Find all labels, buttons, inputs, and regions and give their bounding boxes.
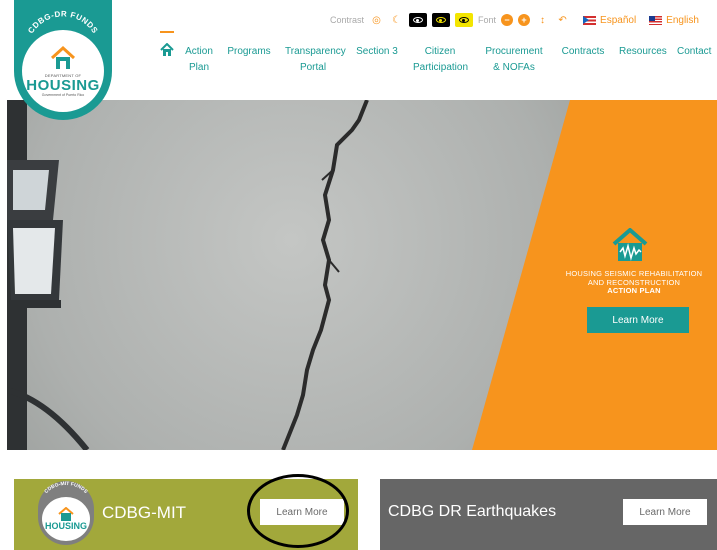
cdbg-dr-housing-logo[interactable]: CDBG-DR FUNDS DEPARTMENT OF HOUSING Gove… — [14, 0, 112, 120]
font-label: Font — [478, 15, 497, 25]
home-icon — [160, 42, 174, 56]
language-english-label: English — [666, 14, 699, 26]
logo-housing-text: HOUSING — [26, 77, 100, 94]
nav-resources[interactable]: Resources — [612, 44, 670, 76]
nav-contact[interactable]: Contact — [670, 44, 716, 76]
language-spanish-label: Español — [600, 14, 637, 26]
mit-logo-housing-text: HOUSING — [44, 521, 87, 531]
cdbg-mit-learn-more-button[interactable]: Learn More — [260, 499, 344, 525]
nav-transparency-portal[interactable]: Transparency Portal — [278, 44, 348, 76]
cdbg-dr-earthquakes-title: CDBG DR Earthquakes — [388, 503, 557, 520]
high-contrast-black-icon[interactable] — [455, 13, 474, 27]
hero-title-line-3: ACTION PLAN — [607, 286, 661, 295]
main-nav: Action Plan Programs Transparency Portal… — [178, 44, 716, 76]
contrast-toggle-icon[interactable]: ◎ — [369, 13, 384, 28]
reset-icon[interactable]: ↶ — [555, 13, 570, 28]
nav-section-3[interactable]: Section 3 — [348, 44, 406, 76]
nav-home-link[interactable] — [160, 31, 174, 57]
high-contrast-white-icon[interactable] — [409, 13, 428, 27]
seismic-house-icon — [612, 228, 648, 261]
cdbg-mit-title: CDBG-MIT — [102, 503, 187, 522]
mit-logo-inner-circle: HOUSING — [42, 497, 90, 541]
hero-learn-more-button[interactable]: Learn More — [587, 307, 689, 333]
cdbg-dr-earthquakes-learn-more-button[interactable]: Learn More — [623, 499, 707, 525]
logo-inner-circle: DEPARTMENT OF HOUSING Government of Puer… — [22, 30, 104, 112]
nav-citizen-participation[interactable]: Citizen Participation — [406, 44, 474, 76]
text-spacing-icon[interactable]: ↕ — [535, 13, 550, 28]
nav-programs[interactable]: Programs — [220, 44, 278, 76]
hero-title: HOUSING SEISMIC REHABILITATION AND RECON… — [555, 269, 713, 296]
nav-action-plan[interactable]: Action Plan — [178, 44, 220, 76]
puerto-rico-flag-icon — [583, 15, 597, 25]
us-flag-icon — [649, 15, 663, 25]
font-increase-icon[interactable]: + — [518, 14, 531, 26]
logo-sub-text: Government of Puerto Rico — [41, 93, 85, 97]
cdbg-mit-card[interactable]: CDBG-MIT FUNDS HOUSING CDBG-MIT Learn Mo… — [14, 479, 358, 550]
font-decrease-icon[interactable]: − — [501, 14, 514, 26]
house-icon — [58, 507, 74, 521]
nav-contracts[interactable]: Contracts — [554, 44, 612, 76]
dark-mode-icon[interactable]: ☾ — [389, 13, 404, 28]
high-contrast-yellow-icon[interactable] — [432, 13, 451, 27]
language-spanish-link[interactable]: Español — [583, 15, 636, 26]
language-english-link[interactable]: English — [649, 15, 699, 26]
site-header: CDBG-DR FUNDS DEPARTMENT OF HOUSING Gove… — [0, 0, 717, 120]
cdbg-mit-logo: CDBG-MIT FUNDS HOUSING — [38, 481, 94, 545]
svg-text:CDBG-MIT FUNDS: CDBG-MIT FUNDS — [43, 481, 89, 495]
accessibility-toolbar: Contrast ◎ ☾ Font − + ↕ ↶ Español Englis… — [330, 10, 699, 30]
contrast-label: Contrast — [330, 15, 365, 25]
hero-banner: HOUSING SEISMIC REHABILITATION AND RECON… — [7, 100, 717, 450]
cdbg-dr-earthquakes-card[interactable]: CDBG DR Earthquakes Learn More — [380, 479, 717, 550]
nav-procurement-nofas[interactable]: Procurement & NOFAs — [474, 44, 554, 76]
house-icon — [50, 45, 76, 69]
